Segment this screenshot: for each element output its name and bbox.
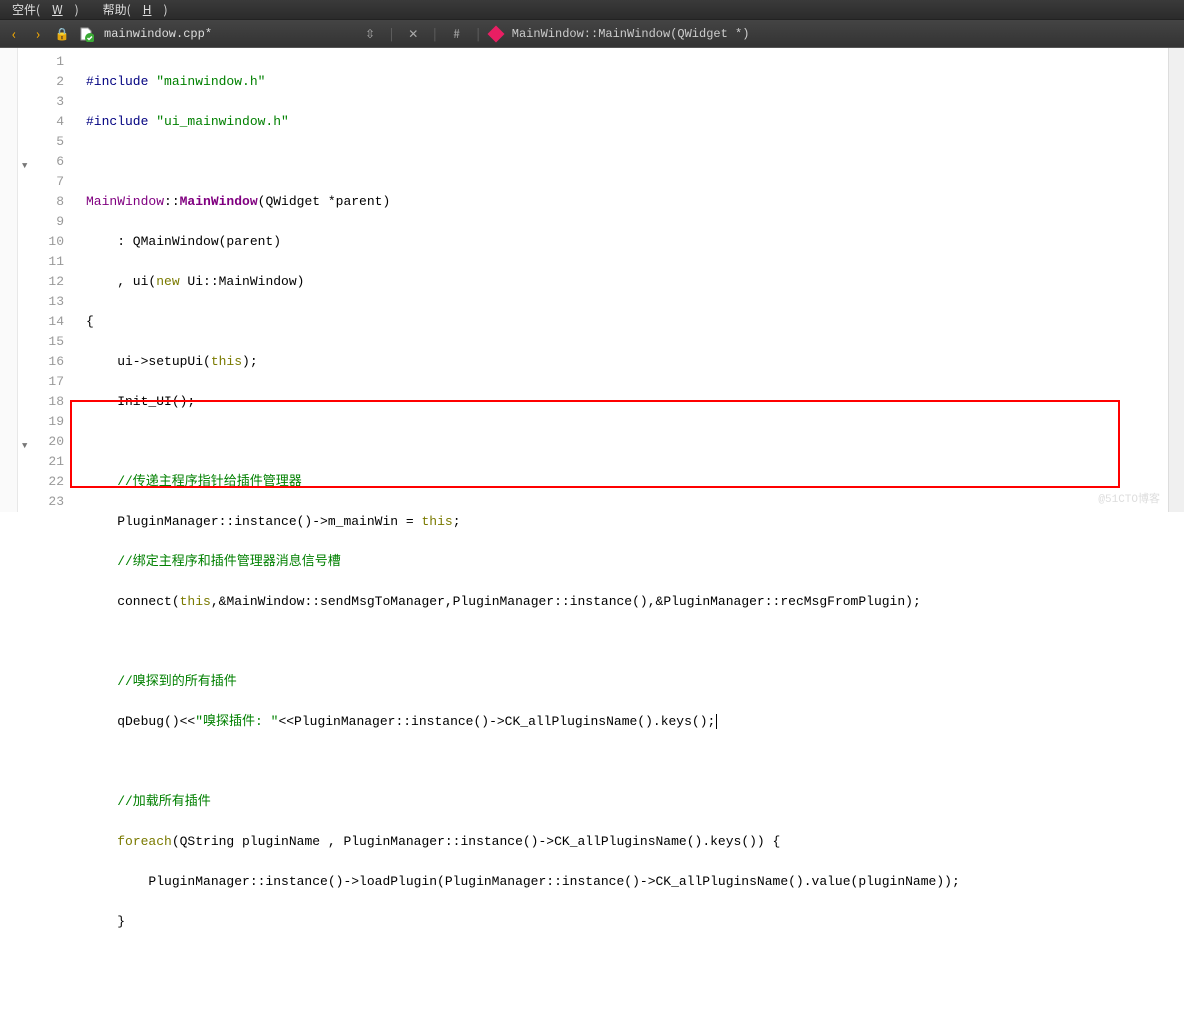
line-number: 15 <box>18 332 72 352</box>
line-number: 7 <box>18 172 72 192</box>
line-number: 3 <box>18 92 72 112</box>
marker-column <box>0 48 18 512</box>
line-number: 11 <box>18 252 72 272</box>
hash-icon[interactable]: # <box>447 24 467 44</box>
line-number: 12 <box>18 272 72 292</box>
line-number: 18 <box>18 392 72 412</box>
toolbar: ‹ › 🔒 mainwindow.cpp* ⇳ | ✕ | # | MainWi… <box>0 20 1184 48</box>
line-number: 5 <box>18 132 72 152</box>
menubar[interactable]: 空件(W) 帮助(H) <box>0 0 1184 20</box>
symbol-dropdown-icon[interactable]: ⇳ <box>360 24 380 44</box>
line-number: 10 <box>18 232 72 252</box>
watermark: @51CTO博客 <box>1098 490 1160 510</box>
symbol-icon <box>487 25 504 42</box>
close-icon[interactable]: ✕ <box>403 24 423 44</box>
line-number: ▼20 <box>18 432 72 452</box>
line-number: 14 <box>18 312 72 332</box>
line-number: 22 <box>18 472 72 492</box>
line-number: ▼6 <box>18 152 72 172</box>
line-number: 19 <box>18 412 72 432</box>
line-number: 16 <box>18 352 72 372</box>
editor[interactable]: 1 2 3 4 5 ▼6 7 8 9 10 11 12 13 14 15 16 … <box>0 48 1184 512</box>
nav-back-icon[interactable]: ‹ <box>4 24 24 44</box>
menu-help[interactable]: 帮助(H) <box>91 1 180 18</box>
line-number: 1 <box>18 52 72 72</box>
nav-forward-icon[interactable]: › <box>28 24 48 44</box>
gutter: 1 2 3 4 5 ▼6 7 8 9 10 11 12 13 14 15 16 … <box>18 48 72 512</box>
file-status-icon <box>76 24 96 44</box>
filename[interactable]: mainwindow.cpp* <box>100 27 212 41</box>
line-number: 17 <box>18 372 72 392</box>
line-number: 9 <box>18 212 72 232</box>
line-number: 4 <box>18 112 72 132</box>
line-number: 8 <box>18 192 72 212</box>
line-number: 2 <box>18 72 72 92</box>
menu-components[interactable]: 空件(W) <box>0 1 91 18</box>
line-number: 23 <box>18 492 72 512</box>
text-cursor <box>716 714 717 729</box>
line-number: 21 <box>18 452 72 472</box>
line-number: 13 <box>18 292 72 312</box>
scrollbar[interactable] <box>1168 48 1184 512</box>
breadcrumb[interactable]: MainWindow::MainWindow(QWidget *) <box>512 27 750 41</box>
code-area[interactable]: #include "mainwindow.h" #include "ui_mai… <box>72 48 1168 512</box>
lock-icon[interactable]: 🔒 <box>52 24 72 44</box>
